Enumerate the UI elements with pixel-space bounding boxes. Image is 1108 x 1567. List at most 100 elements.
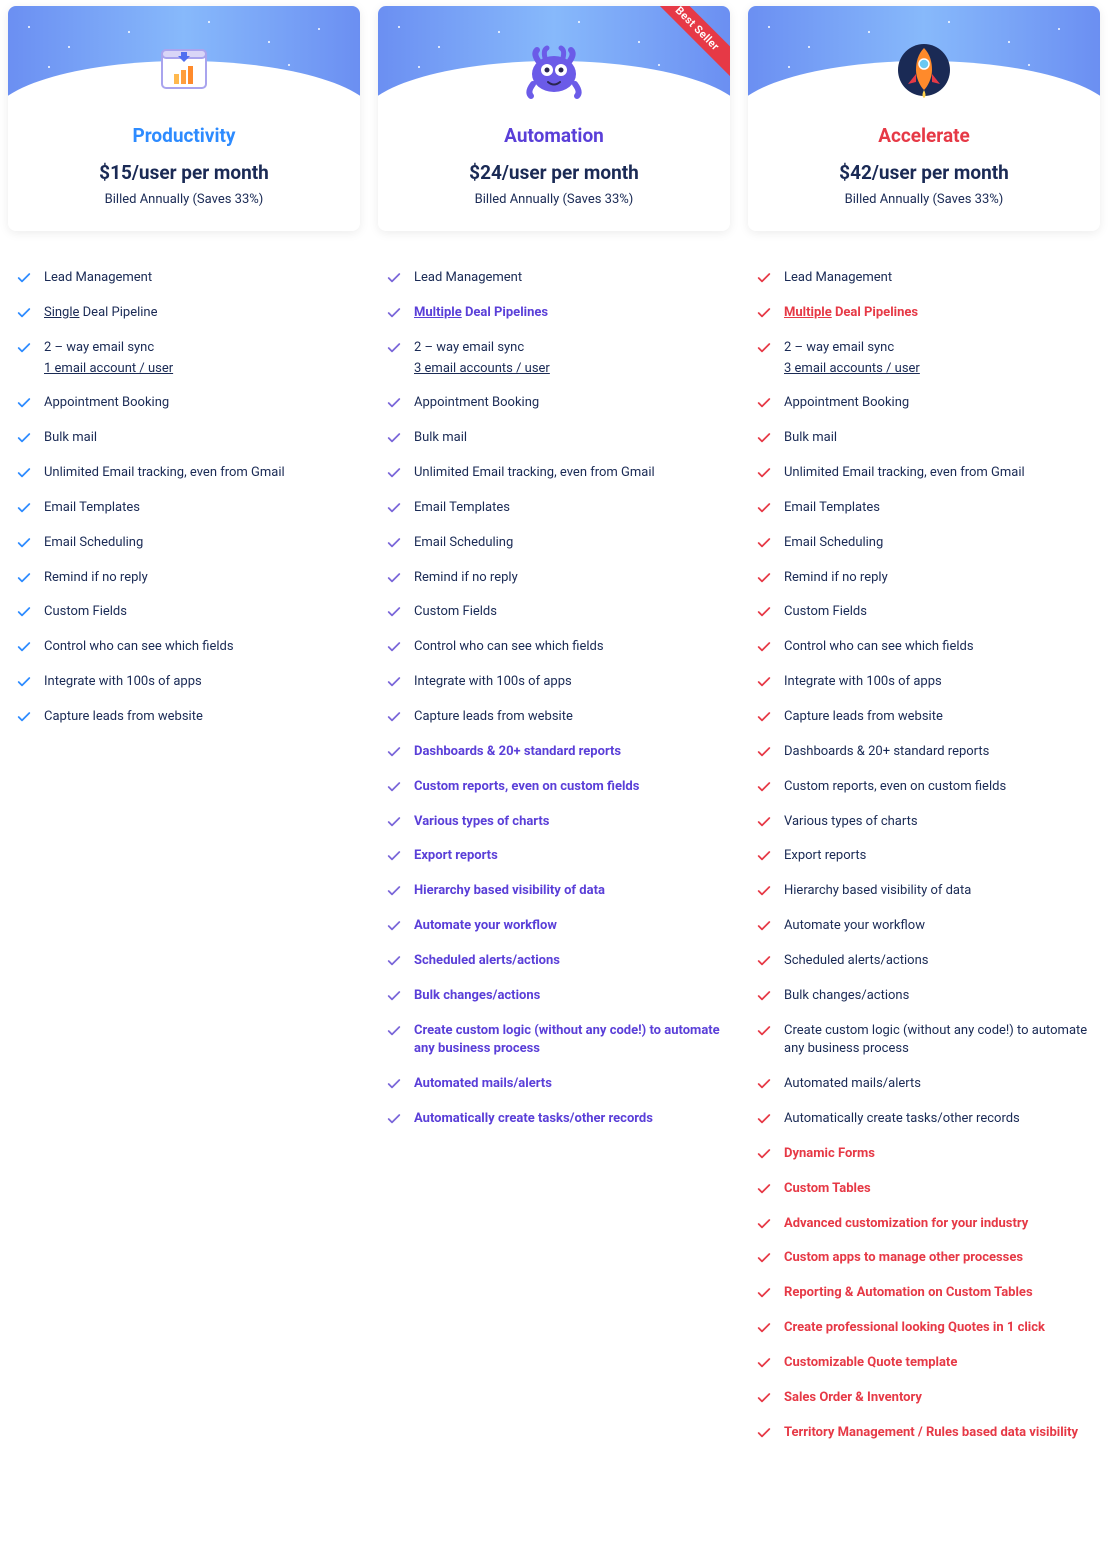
feature-item: Custom Fields [386, 595, 722, 630]
check-icon [756, 1022, 772, 1039]
feature-item: Reporting & Automation on Custom Tables [756, 1276, 1092, 1311]
feature-item: Sales Order & Inventory [756, 1381, 1092, 1416]
plan-billing: Billed Annually (Saves 33%) [748, 192, 1100, 207]
feature-item: Bulk mail [756, 421, 1092, 456]
feature-item: Capture leads from website [386, 700, 722, 735]
feature-item: Lead Management [386, 261, 722, 296]
feature-text: Lead Management [784, 269, 1092, 288]
feature-item: Create custom logic (without any code!) … [386, 1014, 722, 1068]
feature-item: Email Scheduling [16, 526, 352, 561]
feature-list: Lead Management Multiple Deal Pipelines … [748, 261, 1100, 1451]
feature-text: Dashboards & 20+ standard reports [414, 743, 722, 762]
feature-text: Custom reports, even on custom fields [784, 778, 1092, 797]
feature-item: Various types of charts [756, 805, 1092, 840]
feature-item: Control who can see which fields [16, 630, 352, 665]
plan-icon [156, 40, 212, 96]
feature-item: Scheduled alerts/actions [756, 944, 1092, 979]
feature-item: Email Templates [386, 491, 722, 526]
feature-text: Email Templates [414, 499, 722, 518]
feature-text: Unlimited Email tracking, even from Gmai… [784, 464, 1092, 483]
feature-text: Control who can see which fields [784, 638, 1092, 657]
feature-text: Various types of charts [414, 813, 722, 832]
feature-item: Multiple Deal Pipelines [756, 296, 1092, 331]
feature-text: 2 – way email sync3 email accounts / use… [414, 339, 722, 379]
check-icon [756, 882, 772, 899]
check-icon [386, 1110, 402, 1127]
feature-text: Bulk mail [414, 429, 722, 448]
check-icon [756, 499, 772, 516]
feature-item: Capture leads from website [756, 700, 1092, 735]
feature-text: Create custom logic (without any code!) … [414, 1022, 722, 1060]
feature-item: Unlimited Email tracking, even from Gmai… [16, 456, 352, 491]
feature-item: Integrate with 100s of apps [386, 665, 722, 700]
feature-item: Email Scheduling [386, 526, 722, 561]
check-icon [386, 304, 402, 321]
plan-accelerate: Accelerate $42/user per month Billed Ann… [748, 6, 1100, 1451]
feature-text: Dynamic Forms [784, 1145, 1092, 1164]
check-icon [756, 269, 772, 286]
feature-text: Custom Fields [414, 603, 722, 622]
plan-header: Productivity $15/user per month Billed A… [8, 6, 360, 231]
check-icon [756, 464, 772, 481]
feature-item: Custom Tables [756, 1172, 1092, 1207]
feature-text: Automatically create tasks/other records [784, 1110, 1092, 1129]
feature-text: Remind if no reply [414, 569, 722, 588]
check-icon [16, 569, 32, 586]
feature-item: Various types of charts [386, 805, 722, 840]
feature-item: Dashboards & 20+ standard reports [386, 735, 722, 770]
check-icon [386, 638, 402, 655]
check-icon [386, 1022, 402, 1039]
check-icon [756, 1424, 772, 1441]
feature-item: Hierarchy based visibility of data [386, 874, 722, 909]
check-icon [756, 534, 772, 551]
check-icon [16, 269, 32, 286]
check-icon [756, 847, 772, 864]
feature-text: Multiple Deal Pipelines [414, 304, 722, 323]
check-icon [756, 1145, 772, 1162]
feature-item: Appointment Booking [756, 386, 1092, 421]
feature-text: Custom Fields [44, 603, 352, 622]
check-icon [756, 1180, 772, 1197]
feature-item: Custom Fields [756, 595, 1092, 630]
check-icon [386, 394, 402, 411]
check-icon [756, 569, 772, 586]
feature-item: Lead Management [16, 261, 352, 296]
feature-text: Capture leads from website [784, 708, 1092, 727]
check-icon [756, 394, 772, 411]
feature-text: Email Templates [784, 499, 1092, 518]
feature-item: 2 – way email sync3 email accounts / use… [386, 331, 722, 387]
check-icon [756, 339, 772, 356]
check-icon [756, 638, 772, 655]
feature-text: Control who can see which fields [44, 638, 352, 657]
check-icon [386, 813, 402, 830]
feature-text: Capture leads from website [44, 708, 352, 727]
check-icon [16, 339, 32, 356]
plan-name: Productivity [8, 124, 360, 147]
feature-item: Unlimited Email tracking, even from Gmai… [756, 456, 1092, 491]
feature-text: Remind if no reply [44, 569, 352, 588]
feature-item: Create custom logic (without any code!) … [756, 1014, 1092, 1068]
feature-text: Appointment Booking [414, 394, 722, 413]
feature-text: Email Scheduling [414, 534, 722, 553]
feature-text: Advanced customization for your industry [784, 1215, 1092, 1234]
feature-text: Lead Management [44, 269, 352, 288]
feature-text: Single Deal Pipeline [44, 304, 352, 323]
plan-price: $42/user per month [748, 161, 1100, 184]
feature-item: 2 – way email sync3 email accounts / use… [756, 331, 1092, 387]
feature-text: Export reports [414, 847, 722, 866]
feature-text: Unlimited Email tracking, even from Gmai… [414, 464, 722, 483]
check-icon [16, 708, 32, 725]
check-icon [386, 269, 402, 286]
feature-text: Scheduled alerts/actions [414, 952, 722, 971]
feature-item: Single Deal Pipeline [16, 296, 352, 331]
feature-item: Custom reports, even on custom fields [386, 770, 722, 805]
feature-item: Dynamic Forms [756, 1137, 1092, 1172]
plan-icon [894, 40, 954, 100]
feature-text: Integrate with 100s of apps [414, 673, 722, 692]
plan-billing: Billed Annually (Saves 33%) [8, 192, 360, 207]
feature-item: Custom apps to manage other processes [756, 1241, 1092, 1276]
feature-item: Control who can see which fields [756, 630, 1092, 665]
plan-billing: Billed Annually (Saves 33%) [378, 192, 730, 207]
check-icon [16, 673, 32, 690]
feature-text: Capture leads from website [414, 708, 722, 727]
